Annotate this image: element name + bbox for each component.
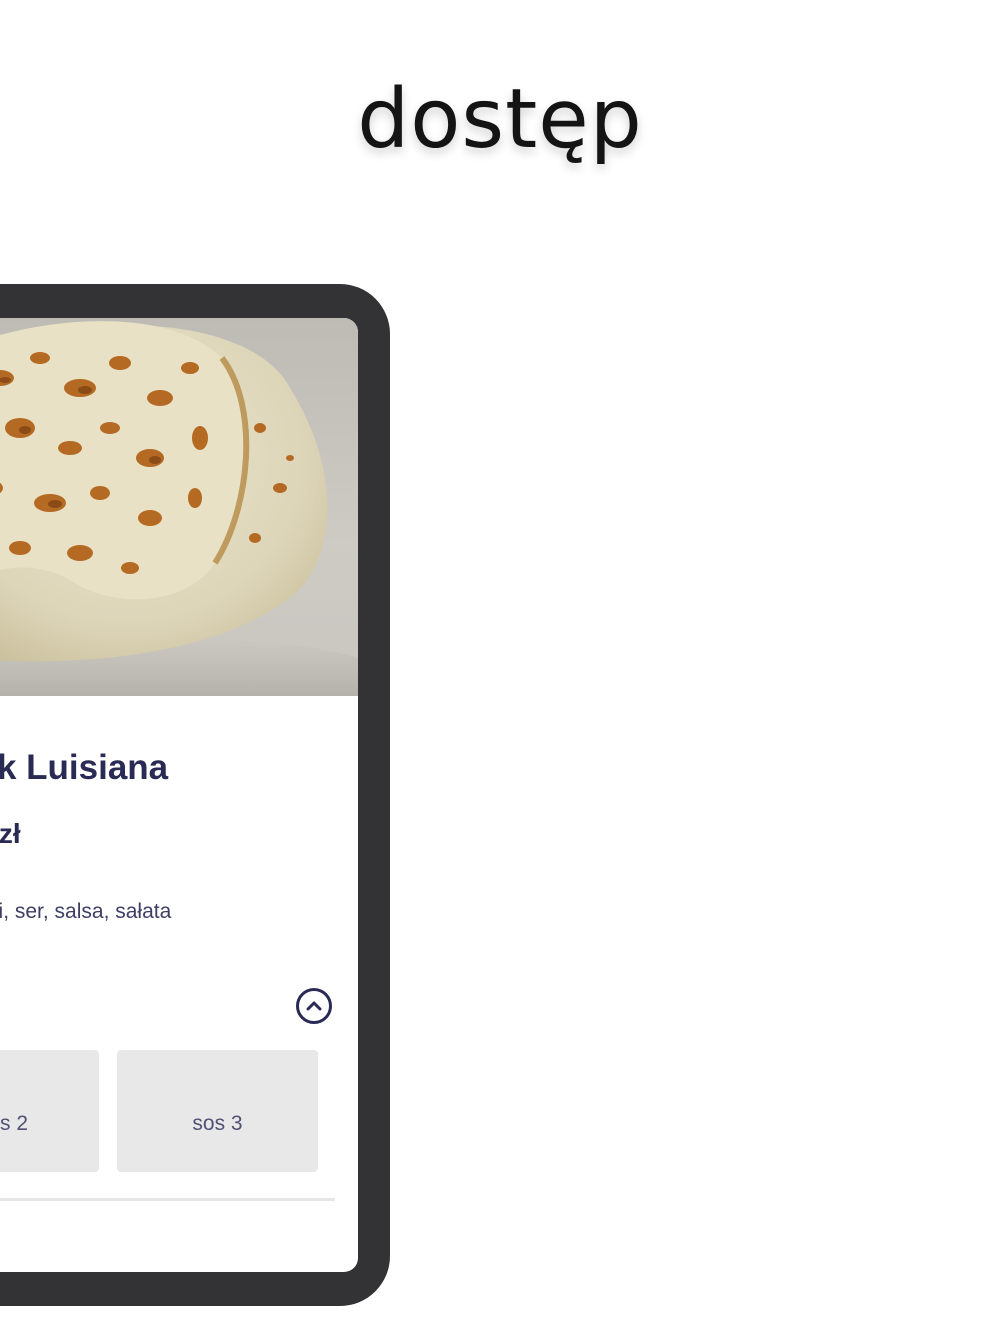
sauce-option-label: s 2 xyxy=(0,1112,28,1135)
tablet-screen: zak Luisiana 90 zł asoli, ser, salsa, sa… xyxy=(0,318,358,1272)
sauce-option-2[interactable]: s 2 xyxy=(0,1050,99,1172)
product-price: 90 zł xyxy=(0,818,21,849)
product-ingredients: asoli, ser, salsa, sałata xyxy=(0,900,172,923)
divider xyxy=(0,1198,335,1201)
headline: dostęp xyxy=(357,72,643,167)
product-image xyxy=(0,318,358,696)
sauce-option-label: sos 3 xyxy=(192,1112,243,1135)
product-name: zak Luisiana xyxy=(0,748,169,787)
chevron-up-circle-icon[interactable] xyxy=(296,988,332,1024)
sauce-option-3[interactable]: sos 3 xyxy=(117,1050,318,1172)
page: dostęp k Luisiana zł i, ser, salsa, sała… xyxy=(0,0,1000,1334)
